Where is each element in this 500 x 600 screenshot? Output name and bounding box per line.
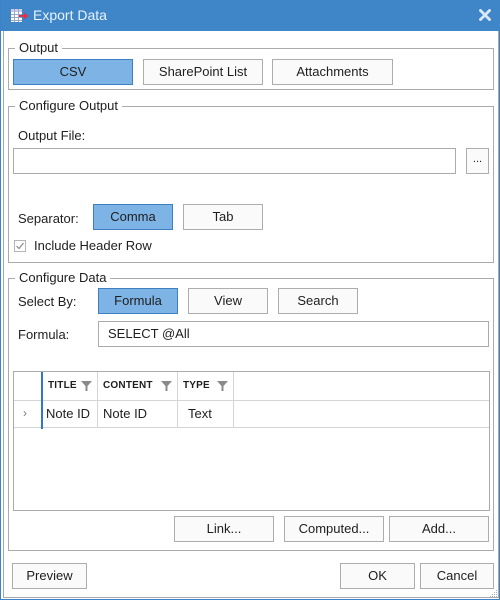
add-button[interactable]: Add... <box>389 516 489 542</box>
fields-grid: TITLE CONTENT TYPE › Note ID Note ID Tex… <box>13 371 490 511</box>
cell-type-text: Text <box>188 406 212 421</box>
output-legend: Output <box>15 40 63 56</box>
filter-icon[interactable] <box>81 381 92 391</box>
column-content-label: CONTENT <box>103 380 153 391</box>
tab-separator-button[interactable]: Tab <box>183 204 263 230</box>
cell-title[interactable]: Note ID <box>43 401 98 427</box>
checkmark-icon <box>16 242 24 250</box>
column-type-label: TYPE <box>183 380 210 391</box>
preview-button[interactable]: Preview <box>12 563 87 589</box>
column-type[interactable]: TYPE <box>178 372 234 400</box>
cell-type[interactable]: Text <box>178 401 234 427</box>
export-data-dialog: Export Data Output CSV SharePoint List A… <box>0 0 500 600</box>
configure-output-legend: Configure Output <box>15 98 123 114</box>
attachments-button[interactable]: Attachments <box>272 59 393 85</box>
select-by-label: Select By: <box>18 294 77 309</box>
close-icon <box>478 8 492 22</box>
resize-grip-icon[interactable] <box>488 588 498 598</box>
selection-indicator <box>41 372 43 429</box>
formula-label: Formula: <box>18 327 70 342</box>
formula-select-button[interactable]: Formula <box>98 288 178 314</box>
table-row[interactable]: › Note ID Note ID Text <box>14 401 489 428</box>
formula-input[interactable]: SELECT @All <box>98 321 489 347</box>
include-header-checkbox[interactable] <box>14 240 26 252</box>
output-file-input[interactable] <box>13 148 456 174</box>
row-selector-header <box>14 372 41 400</box>
computed-button[interactable]: Computed... <box>284 516 384 542</box>
column-content[interactable]: CONTENT <box>98 372 178 400</box>
window-title: Export Data <box>33 7 107 23</box>
chevron-right-icon: › <box>23 406 27 420</box>
grid-header: TITLE CONTENT TYPE <box>14 372 489 401</box>
output-file-label: Output File: <box>18 128 86 143</box>
table-export-icon <box>11 9 29 22</box>
cancel-button[interactable]: Cancel <box>420 563 494 589</box>
cell-content[interactable]: Note ID <box>98 401 178 427</box>
filter-icon[interactable] <box>161 381 172 391</box>
search-select-button[interactable]: Search <box>278 288 358 314</box>
browse-button[interactable]: ... <box>466 148 489 174</box>
separator-label: Separator: <box>18 211 79 226</box>
row-selector[interactable]: › <box>14 401 41 427</box>
link-button[interactable]: Link... <box>174 516 274 542</box>
ok-button[interactable]: OK <box>340 563 415 589</box>
filter-icon[interactable] <box>217 381 228 391</box>
cell-content-text: Note ID <box>103 406 148 421</box>
sharepoint-list-button[interactable]: SharePoint List <box>143 59 263 85</box>
csv-button[interactable]: CSV <box>13 59 133 85</box>
column-title-label: TITLE <box>48 380 77 391</box>
title-bar[interactable]: Export Data <box>1 0 500 31</box>
column-title[interactable]: TITLE <box>43 372 98 400</box>
include-header-label[interactable]: Include Header Row <box>34 238 152 254</box>
view-select-button[interactable]: View <box>188 288 268 314</box>
close-button[interactable] <box>477 7 493 23</box>
cell-title-text: Note ID <box>46 406 91 421</box>
comma-separator-button[interactable]: Comma <box>93 204 173 230</box>
configure-data-legend: Configure Data <box>15 270 111 286</box>
